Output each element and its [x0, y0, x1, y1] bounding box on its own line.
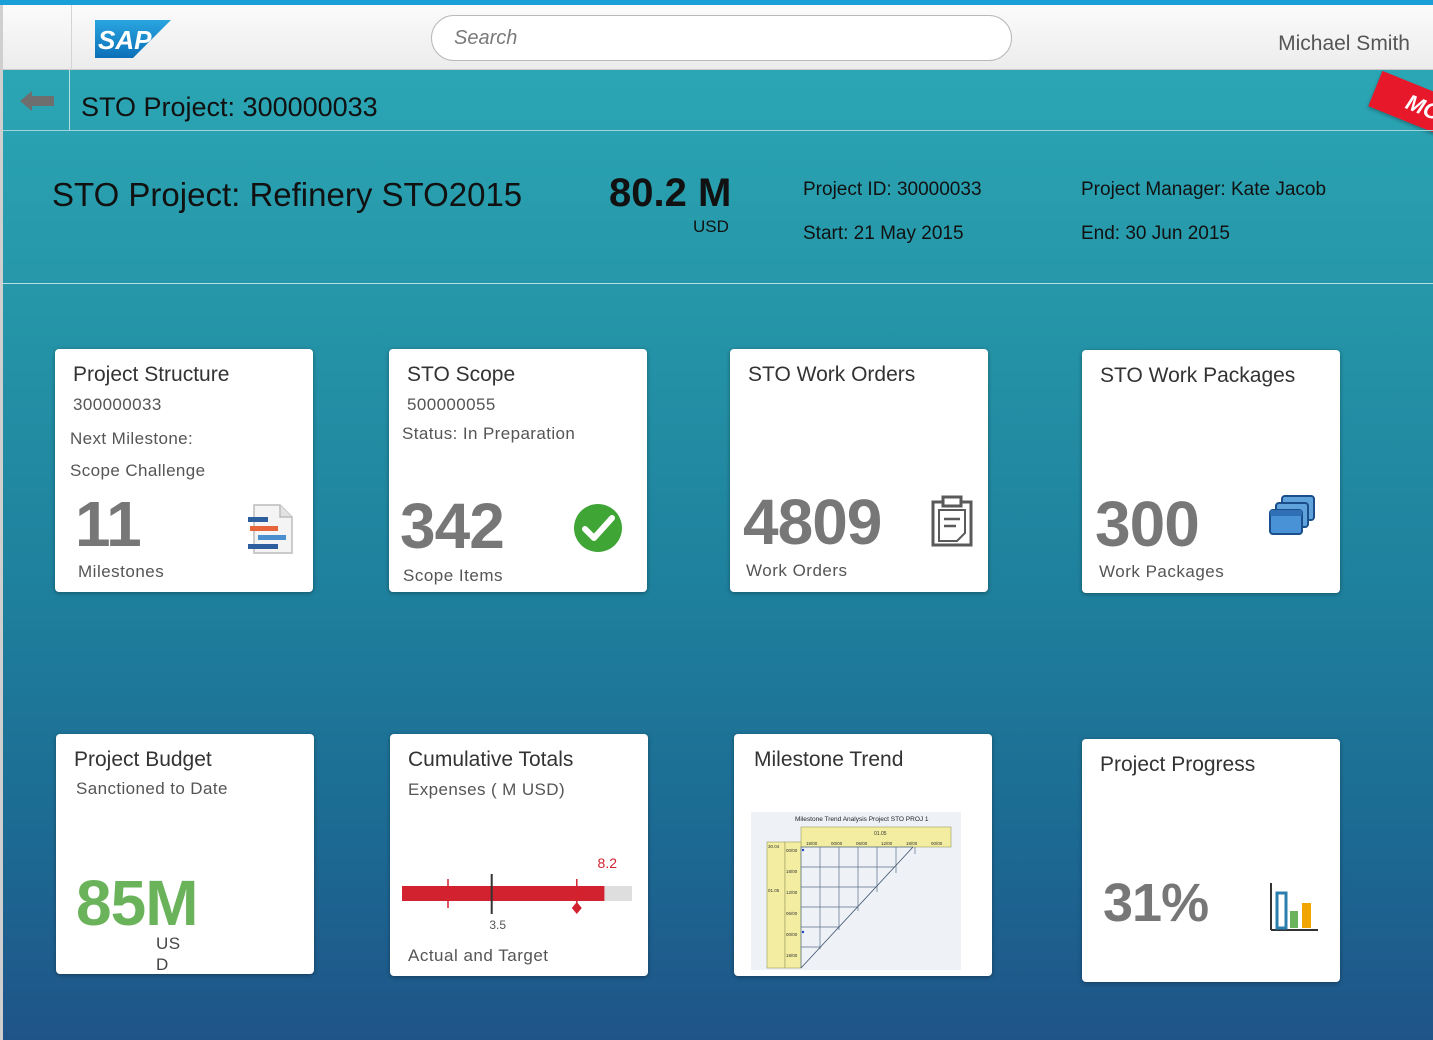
end-date-attribute: End: 30 Jun 2015 — [1081, 223, 1230, 244]
tile-project-progress[interactable]: Project Progress 31% — [1082, 739, 1340, 982]
tile-sto-scope[interactable]: STO Scope 500000055 Status: In Preparati… — [389, 349, 647, 592]
scope-status: Status: In Preparation — [402, 424, 576, 443]
left-axis-band-inner — [784, 841, 802, 969]
object-number: 80.2 M — [609, 171, 732, 215]
top-axis-group-label: 01.05 — [874, 831, 887, 837]
left-axis-tick-label: 12/00 — [786, 890, 798, 895]
project-id-attribute: Project ID: 30000033 — [803, 179, 982, 200]
tile-milestone-trend[interactable]: Milestone Trend Milestone Trend Analysis… — [734, 734, 992, 976]
left-axis-band-outer — [766, 841, 786, 969]
tile-title: Cumulative Totals — [408, 748, 574, 771]
actual-value-label: 8.2 — [598, 855, 618, 871]
sap-logo[interactable]: SAP — [95, 20, 171, 58]
bullet-forecast-diamond — [571, 902, 582, 914]
tile-title: Project Progress — [1100, 753, 1256, 776]
left-axis-tick-label: 00/00 — [786, 848, 798, 853]
budget-subtitle: Sanctioned to Date — [76, 779, 228, 798]
bullet-actual-bar — [402, 886, 605, 901]
tile-project-budget[interactable]: Project Budget Sanctioned to Date 85M US… — [56, 734, 314, 974]
object-number-unit: USD — [693, 217, 729, 236]
back-arrow-icon — [20, 91, 54, 111]
progress-percent: 31% — [1103, 873, 1209, 933]
top-axis-tick-label: 18/00 — [806, 841, 818, 846]
search-input[interactable] — [432, 16, 1011, 60]
tile-title: STO Scope — [407, 363, 516, 386]
project-number: 300000033 — [73, 395, 162, 414]
tile-title: Project Budget — [74, 748, 212, 771]
left-axis-tick-label: 00/00 — [786, 932, 798, 937]
checkmark-icon — [574, 504, 622, 552]
left-axis-group-label-1: 30.04 — [768, 844, 780, 849]
left-axis-tick-label: 18/00 — [786, 953, 798, 958]
project-manager-attribute: Project Manager: Kate Jacob — [1081, 179, 1327, 200]
tile-title: STO Work Orders — [748, 363, 916, 386]
bullet-chart: 8.2 3.5 — [402, 855, 632, 932]
shell-divider — [71, 5, 72, 70]
tile-project-structure[interactable]: Project Structure 300000033 Next Milesto… — [55, 349, 313, 592]
next-milestone-label: Next Milestone: — [70, 429, 194, 448]
budget-unit-line-1: US — [156, 934, 181, 953]
trend-point — [801, 848, 805, 852]
start-date-attribute: Start: 21 May 2015 — [803, 223, 964, 244]
cumulative-subtitle: Expenses ( M USD) — [408, 780, 566, 799]
gantt-document-icon — [248, 504, 293, 554]
tile-sto-work-packages[interactable]: STO Work Packages 300 Work Packages — [1082, 350, 1340, 593]
bar-chart-icon — [1270, 883, 1318, 931]
shell-bar: SAP Michael Smith — [0, 5, 1433, 70]
milestone-trend-chart: Milestone Trend Analysis Project STO PRO… — [751, 812, 961, 970]
top-axis-tick-label: 06/00 — [856, 841, 868, 846]
tile-title: Project Structure — [73, 363, 230, 386]
scope-number: 500000055 — [407, 395, 496, 414]
main-content: STO Project: 300000033 MO STO Project: R… — [0, 70, 1433, 1040]
tile-cumulative-totals[interactable]: Cumulative Totals Expenses ( M USD) 8.2 … — [390, 734, 648, 976]
clipboard-icon — [931, 495, 973, 547]
left-axis-tick-label: 06/00 — [786, 911, 798, 916]
sub-header: STO Project: 300000033 MO — [3, 70, 1433, 152]
search-field[interactable] — [431, 15, 1012, 61]
milestones-label: Milestones — [78, 562, 165, 581]
milestone-count: 11 — [75, 488, 142, 560]
tile-title: Milestone Trend — [754, 748, 904, 771]
scope-items-label: Scope Items — [403, 566, 503, 585]
target-value-label: 3.5 — [489, 918, 506, 932]
chart-title: Milestone Trend Analysis Project STO PRO… — [795, 816, 929, 823]
tile-sto-work-orders[interactable]: STO Work Orders 4809 Work Orders — [730, 349, 988, 592]
stacked-windows-icon — [1269, 495, 1315, 535]
work-packages-label: Work Packages — [1099, 562, 1225, 581]
svg-text:SAP: SAP — [98, 25, 152, 55]
left-axis-tick-label: 18/00 — [786, 869, 798, 874]
user-name[interactable]: Michael Smith — [1278, 32, 1410, 56]
object-title: STO Project: Refinery STO2015 — [52, 176, 523, 213]
top-axis-tick-label: 00/00 — [831, 841, 843, 846]
scope-item-count: 342 — [400, 490, 505, 562]
tile-title: STO Work Packages — [1100, 364, 1296, 387]
left-axis-group-label-2: 01.05 — [768, 888, 780, 893]
top-axis-band — [800, 826, 952, 848]
top-axis-tick-label: 18/00 — [906, 841, 918, 846]
budget-amount: 85M — [76, 867, 198, 939]
page-title: STO Project: 300000033 — [81, 92, 378, 122]
next-milestone-value: Scope Challenge — [70, 461, 206, 480]
top-axis-tick-label: 00/00 — [931, 841, 943, 846]
work-package-count: 300 — [1095, 488, 1200, 560]
actual-target-label: Actual and Target — [408, 946, 549, 965]
trend-point — [801, 930, 805, 934]
object-header: STO Project: Refinery STO2015 80.2 M USD… — [3, 130, 1433, 284]
budget-unit-line-2: D — [156, 955, 169, 974]
top-axis-tick-label: 12/00 — [881, 841, 893, 846]
work-order-count: 4809 — [743, 486, 882, 558]
back-button[interactable] — [3, 70, 70, 130]
work-orders-label: Work Orders — [746, 561, 848, 580]
